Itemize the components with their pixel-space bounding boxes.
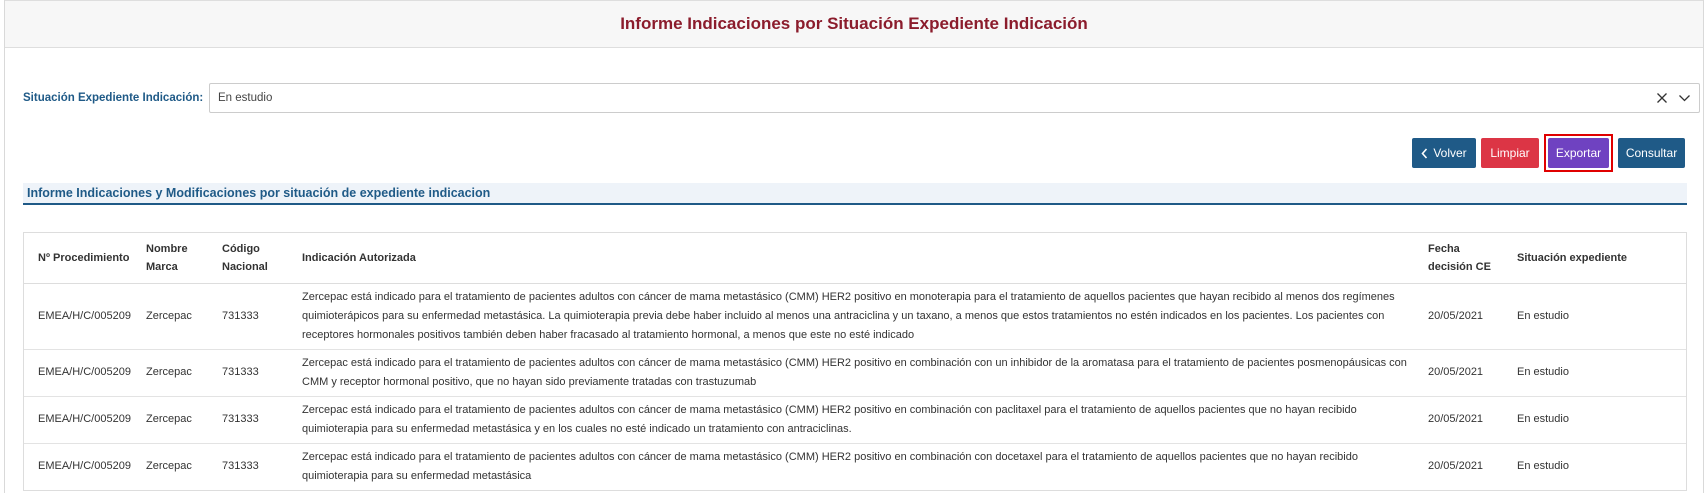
situacion-select[interactable]: En estudio xyxy=(209,83,1700,113)
cell-procedimiento: EMEA/H/C/005209 xyxy=(24,349,140,397)
cell-codigo: 731333 xyxy=(222,460,259,472)
header-fecha[interactable]: Fecha decisión CE xyxy=(1422,233,1511,284)
volver-button-label: Volver xyxy=(1433,146,1467,160)
cell-codigo: 731333 xyxy=(216,396,296,444)
title-bar: Informe Indicaciones por Situación Exped… xyxy=(5,0,1703,48)
cell-fecha: 20/05/2021 xyxy=(1422,349,1511,397)
cell-marca: Zercepac xyxy=(146,460,192,472)
situacion-select-value: En estudio xyxy=(218,92,273,104)
exportar-highlight: Exportar xyxy=(1544,134,1613,172)
chevron-down-icon[interactable] xyxy=(1678,93,1691,103)
chevron-left-icon xyxy=(1421,147,1428,159)
limpiar-button[interactable]: Limpiar xyxy=(1481,138,1539,168)
table-header-row: Nº Procedimiento Nombre Marca Código Nac… xyxy=(24,233,1686,284)
cell-fecha: 20/05/2021 xyxy=(1422,396,1511,444)
select-icons xyxy=(1656,92,1691,104)
header-codigo[interactable]: Código Nacional xyxy=(216,233,296,284)
results-table: Nº Procedimiento Nombre Marca Código Nac… xyxy=(23,232,1687,491)
header-marca[interactable]: Nombre Marca xyxy=(140,233,216,284)
section-heading: Informe Indicaciones y Modificaciones po… xyxy=(23,183,1687,205)
cell-indicacion: Zercepac está indicado para el tratamien… xyxy=(296,349,1422,397)
header-situacion[interactable]: Situación expediente xyxy=(1511,233,1686,284)
table-row[interactable]: EMEA/H/C/005209 Zercepac 731333 Zercepac… xyxy=(24,443,1686,490)
cell-situacion: En estudio xyxy=(1517,460,1569,472)
table-row[interactable]: EMEA/H/C/005209 Zercepac 731333 Zercepac… xyxy=(24,283,1686,350)
action-buttons: Volver Limpiar Exportar Consultar xyxy=(1412,134,1685,172)
table-row[interactable]: EMEA/H/C/005209 Zercepac 731333 Zercepac… xyxy=(24,396,1686,444)
cell-procedimiento: EMEA/H/C/005209 xyxy=(24,396,140,444)
cell-indicacion: Zercepac está indicado para el tratamien… xyxy=(302,450,1358,482)
consultar-button-label: Consultar xyxy=(1625,146,1678,160)
cell-marca: Zercepac xyxy=(140,396,216,444)
filter-row: Situación Expediente Indicación: En estu… xyxy=(5,83,1705,113)
cell-situacion: En estudio xyxy=(1511,283,1686,350)
page: Informe Indicaciones por Situación Exped… xyxy=(4,0,1704,493)
cell-codigo: 731333 xyxy=(216,349,296,397)
page-title: Informe Indicaciones por Situación Exped… xyxy=(620,14,1088,33)
cell-codigo: 731333 xyxy=(216,283,296,350)
cell-procedimiento: EMEA/H/C/005209 xyxy=(24,283,140,350)
cell-procedimiento: EMEA/H/C/005209 xyxy=(38,460,131,472)
exportar-button[interactable]: Exportar xyxy=(1548,138,1609,168)
exportar-button-label: Exportar xyxy=(1555,146,1602,160)
situacion-filter-label: Situación Expediente Indicación: xyxy=(23,92,204,104)
volver-button[interactable]: Volver xyxy=(1412,138,1476,168)
table-row[interactable]: EMEA/H/C/005209 Zercepac 731333 Zercepac… xyxy=(24,349,1686,397)
cell-indicacion: Zercepac está indicado para el tratamien… xyxy=(296,396,1422,444)
cell-marca: Zercepac xyxy=(140,283,216,350)
close-icon[interactable] xyxy=(1656,92,1668,104)
cell-situacion: En estudio xyxy=(1511,349,1686,397)
cell-fecha: 20/05/2021 xyxy=(1428,460,1484,472)
cell-marca: Zercepac xyxy=(140,349,216,397)
header-procedimiento[interactable]: Nº Procedimiento xyxy=(24,233,140,284)
consultar-button[interactable]: Consultar xyxy=(1618,138,1685,168)
cell-fecha: 20/05/2021 xyxy=(1422,283,1511,350)
header-indicacion[interactable]: Indicación Autorizada xyxy=(296,233,1422,284)
cell-indicacion: Zercepac está indicado para el tratamien… xyxy=(296,283,1422,350)
cell-situacion: En estudio xyxy=(1511,396,1686,444)
limpiar-button-label: Limpiar xyxy=(1490,146,1530,160)
